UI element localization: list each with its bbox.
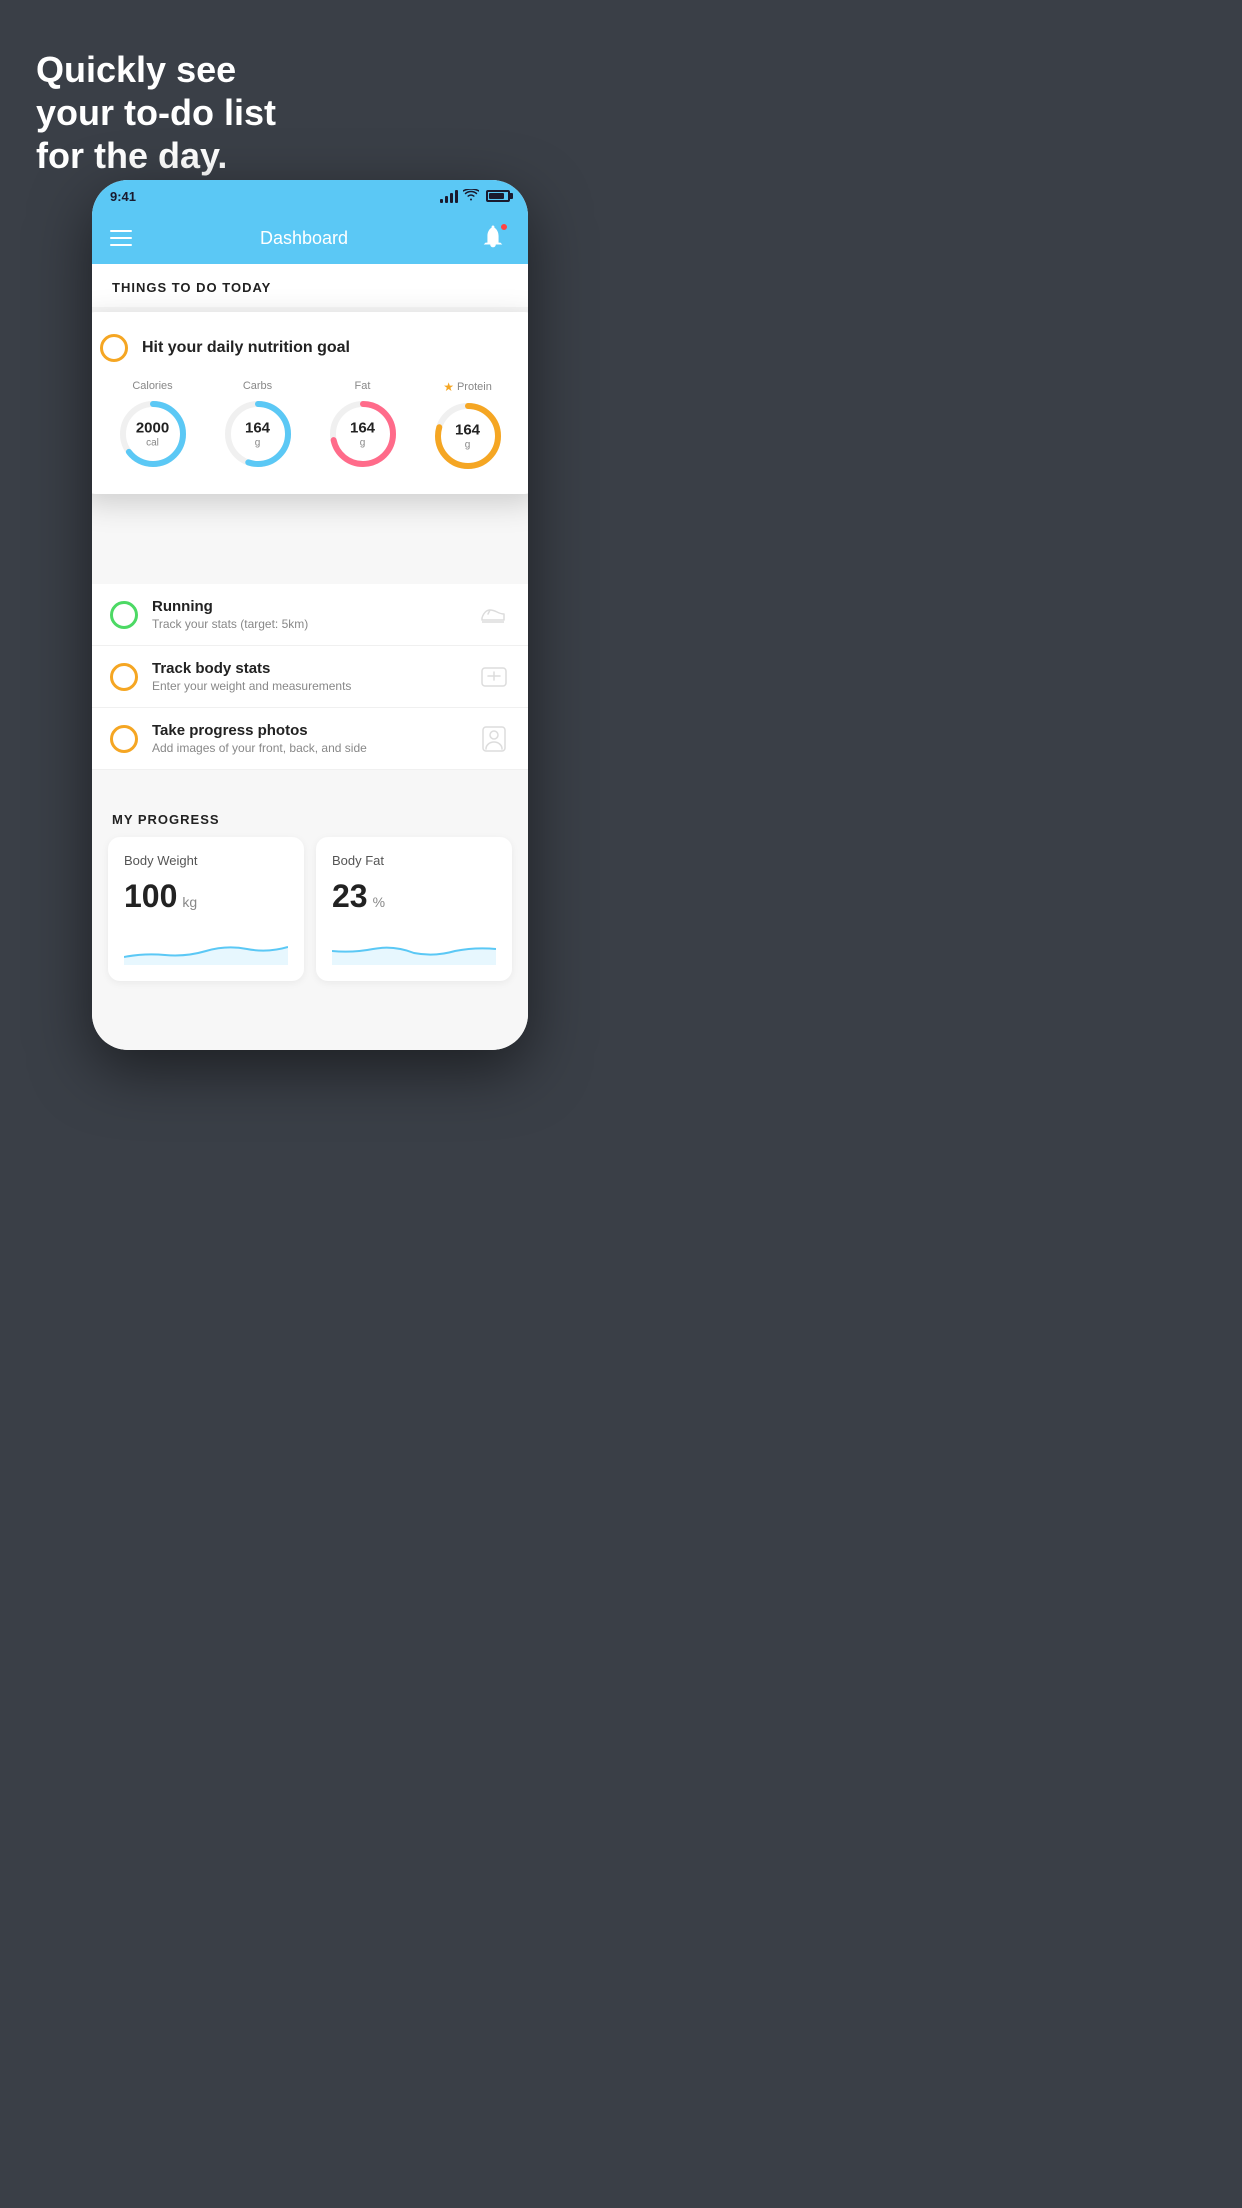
protein-label: Protein (457, 381, 492, 393)
body-weight-label: Body Weight (124, 853, 288, 868)
progress-section: MY PROGRESS Body Weight 100 kg (92, 794, 528, 981)
status-bar: 9:41 (92, 180, 528, 212)
body-stats-subtitle: Enter your weight and measurements (152, 679, 464, 693)
body-fat-card: Body Fat 23 % (316, 837, 512, 981)
body-fat-value: 23 (332, 878, 368, 915)
body-weight-value-row: 100 kg (124, 878, 288, 915)
nav-title: Dashboard (260, 228, 348, 249)
protein-label-row: ★ Protein (443, 380, 492, 394)
todo-item-running[interactable]: Running Track your stats (target: 5km) (92, 584, 528, 646)
body-weight-unit: kg (182, 894, 197, 910)
protein-value: 164 (455, 422, 480, 439)
phone-content: THINGS TO DO TODAY Hit your daily nutrit… (92, 264, 528, 1050)
carbs-value: 164 (245, 420, 270, 437)
body-fat-value-row: 23 % (332, 878, 496, 915)
running-checkbox[interactable] (110, 601, 138, 629)
progress-header: MY PROGRESS (92, 794, 528, 837)
nutrition-card-title: Hit your daily nutrition goal (142, 339, 350, 357)
body-weight-chart (124, 929, 288, 965)
body-fat-chart (332, 929, 496, 965)
headline-line2: your to-do list (36, 91, 276, 134)
body-fat-label: Body Fat (332, 853, 496, 868)
fat-label: Fat (355, 380, 371, 392)
nutrition-rings: Calories 2000 cal Carbs (100, 380, 520, 472)
body-weight-value: 100 (124, 878, 177, 915)
nutrition-checkbox[interactable] (100, 334, 128, 362)
body-stats-title: Track body stats (152, 660, 464, 677)
running-text: Running Track your stats (target: 5km) (152, 598, 464, 631)
shoe-icon (478, 599, 510, 631)
notification-dot (500, 223, 508, 231)
photos-title: Take progress photos (152, 722, 464, 739)
signal-icon (440, 189, 458, 203)
progress-cards: Body Weight 100 kg Body Fat (92, 837, 528, 981)
protein-ring: ★ Protein 164 g (432, 380, 504, 472)
photos-text: Take progress photos Add images of your … (152, 722, 464, 755)
photos-checkbox[interactable] (110, 725, 138, 753)
hamburger-menu[interactable] (110, 230, 132, 246)
calories-value: 2000 (136, 420, 169, 437)
body-stats-text: Track body stats Enter your weight and m… (152, 660, 464, 693)
carbs-label: Carbs (243, 380, 272, 392)
body-fat-unit: % (373, 894, 385, 910)
status-time: 9:41 (110, 189, 136, 204)
running-subtitle: Track your stats (target: 5km) (152, 617, 464, 631)
carbs-unit: g (245, 437, 270, 448)
section-header: THINGS TO DO TODAY (92, 264, 528, 307)
fat-ring: Fat 164 g (327, 380, 399, 470)
calories-unit: cal (136, 437, 169, 448)
status-icons (440, 189, 510, 204)
running-title: Running (152, 598, 464, 615)
body-weight-card: Body Weight 100 kg (108, 837, 304, 981)
nutrition-card: Hit your daily nutrition goal Calories 2… (92, 312, 528, 494)
phone-mockup: 9:41 (92, 180, 528, 1050)
todo-item-photos[interactable]: Take progress photos Add images of your … (92, 708, 528, 770)
photos-subtitle: Add images of your front, back, and side (152, 741, 464, 755)
notification-bell[interactable] (476, 221, 510, 255)
wifi-icon (463, 189, 479, 204)
calories-ring: Calories 2000 cal (117, 380, 189, 470)
nav-bar: Dashboard (92, 212, 528, 264)
calories-label: Calories (132, 380, 172, 392)
fat-value: 164 (350, 420, 375, 437)
headline-line3: for the day. (36, 134, 276, 177)
headline: Quickly see your to-do list for the day. (36, 48, 276, 178)
todo-item-body-stats[interactable]: Track body stats Enter your weight and m… (92, 646, 528, 708)
fat-unit: g (350, 437, 375, 448)
person-icon (478, 723, 510, 755)
protein-unit: g (455, 439, 480, 450)
battery-icon (486, 190, 510, 202)
body-stats-checkbox[interactable] (110, 663, 138, 691)
protein-star-icon: ★ (443, 380, 454, 394)
carbs-ring: Carbs 164 g (222, 380, 294, 470)
scale-icon (478, 661, 510, 693)
todo-list: Running Track your stats (target: 5km) T… (92, 584, 528, 770)
headline-line1: Quickly see (36, 48, 276, 91)
